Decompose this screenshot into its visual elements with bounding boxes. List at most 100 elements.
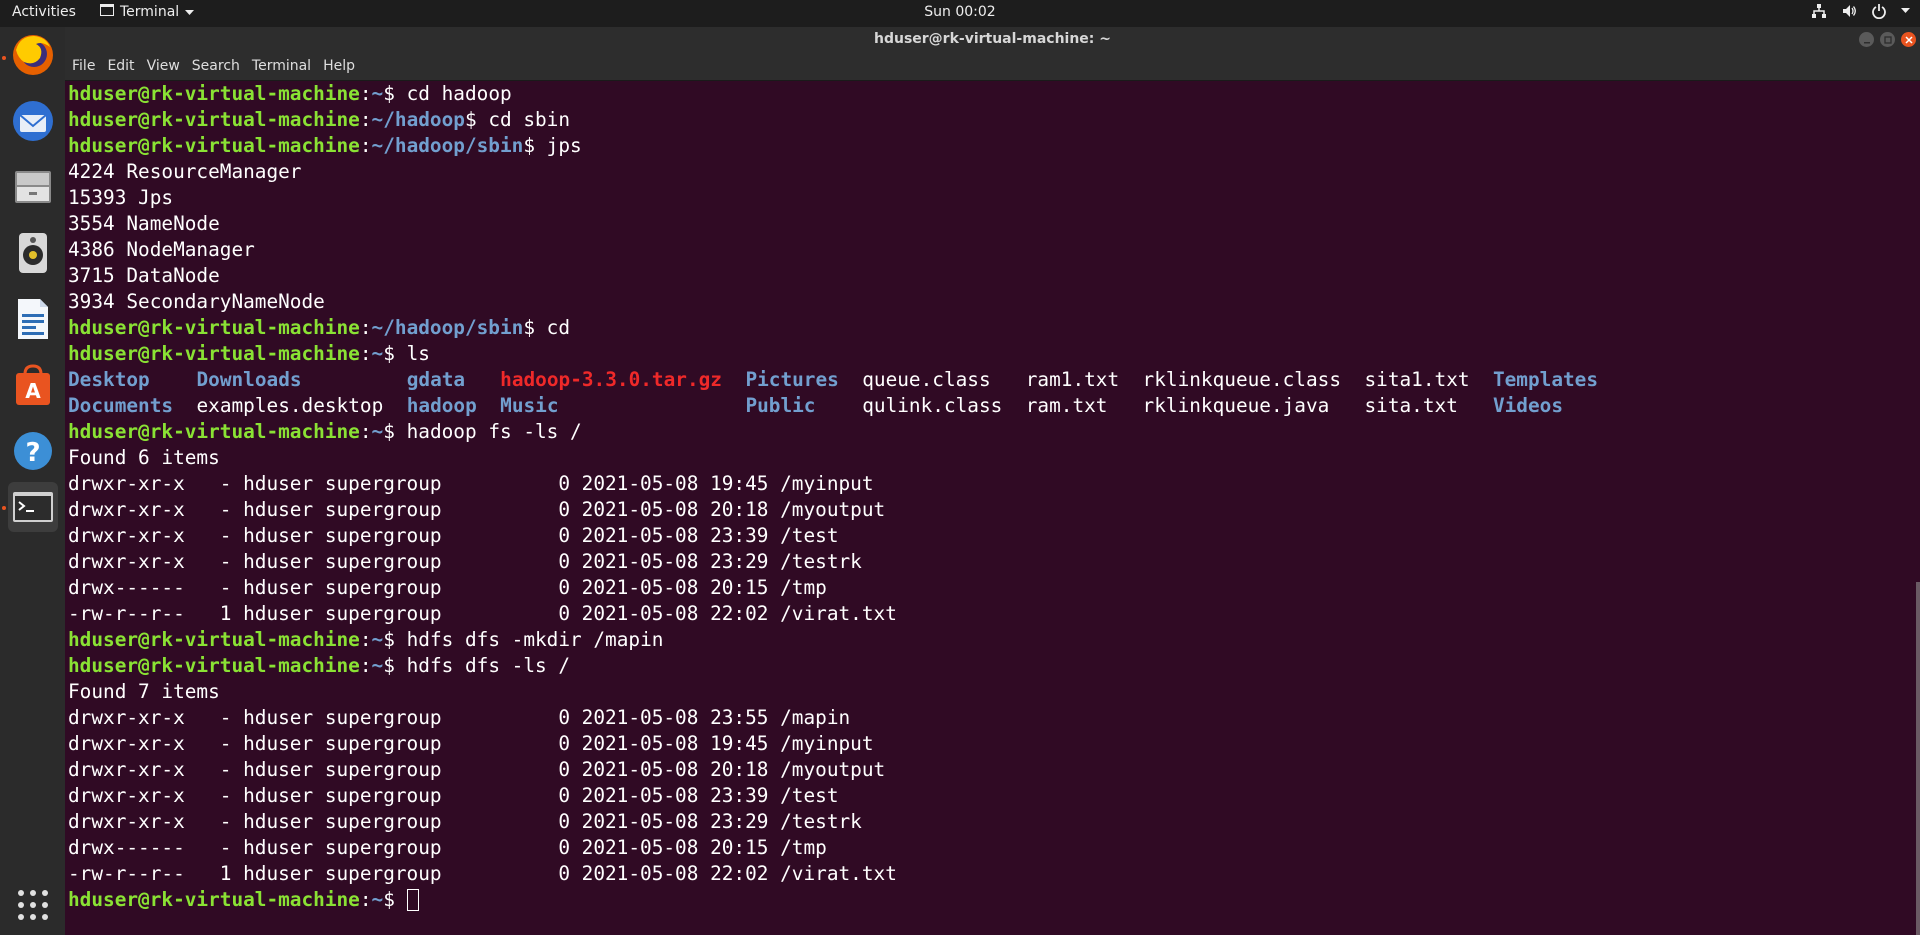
menu-view[interactable]: View — [147, 58, 180, 74]
system-tray[interactable] — [1811, 3, 1910, 19]
output-text: Found 7 items — [68, 680, 220, 703]
rhythmbox-icon[interactable] — [8, 228, 58, 278]
app-menu[interactable]: Terminal — [100, 4, 195, 20]
prompt-colon: : — [359, 888, 372, 911]
ls-output-line: Documents examples.desktop hadoop Music Publ… — [68, 393, 1898, 419]
output-line: drwxr-xr-x - hduser supergroup 0 2021-05… — [68, 523, 1898, 549]
scrollbar[interactable] — [1916, 582, 1920, 935]
output-line: drwx------ - hduser supergroup 0 2021-05… — [68, 835, 1898, 861]
top-bar: Activities Terminal Sun 00:02 — [0, 0, 1920, 27]
terminal-icon[interactable] — [8, 482, 58, 532]
volume-icon[interactable] — [1841, 3, 1857, 19]
ls-entry: Downloads — [196, 368, 302, 391]
command-text: cd hadoop — [406, 82, 512, 105]
terminal-window: hduser@rk-virtual-machine: ~ File Edit V… — [65, 27, 1920, 935]
window-titlebar[interactable]: hduser@rk-virtual-machine: ~ — [65, 27, 1920, 52]
help-icon[interactable]: ? — [8, 426, 58, 476]
output-line: drwxr-xr-x - hduser supergroup 0 2021-05… — [68, 783, 1898, 809]
prompt-dollar: $ — [523, 316, 547, 339]
prompt-dollar: $ — [383, 628, 407, 651]
ls-entry: Pictures — [745, 368, 839, 391]
output-line: drwxr-xr-x - hduser supergroup 0 2021-05… — [68, 497, 1898, 523]
output-text: drwxr-xr-x - hduser supergroup 0 2021-05… — [68, 758, 886, 781]
prompt-colon: : — [359, 654, 372, 677]
firefox-icon[interactable] — [8, 30, 58, 80]
prompt-dollar: $ — [383, 654, 407, 677]
ls-entry: queue.class — [862, 368, 991, 391]
prompt-colon: : — [359, 420, 372, 443]
output-line: drwxr-xr-x - hduser supergroup 0 2021-05… — [68, 549, 1898, 575]
output-text: drwxr-xr-x - hduser supergroup 0 2021-05… — [68, 524, 839, 547]
dock: A ? — [0, 27, 65, 935]
output-text: -rw-r--r-- 1 hduser supergroup 0 2021-05… — [68, 862, 897, 885]
ls-entry: Music — [500, 394, 559, 417]
command-text: ls — [406, 342, 430, 365]
prompt-line: hduser@rk-virtual-machine:~/hadoop/sbin$… — [68, 315, 1898, 341]
ls-entry: rklinkqueue.class — [1142, 368, 1342, 391]
software-center-icon[interactable]: A — [8, 360, 58, 410]
output-line: -rw-r--r-- 1 hduser supergroup 0 2021-05… — [68, 861, 1898, 887]
prompt-path: ~ — [371, 82, 384, 105]
menu-edit[interactable]: Edit — [107, 58, 134, 74]
terminal-output[interactable]: hduser@rk-virtual-machine:~$ cd hadoop hd… — [68, 81, 1898, 913]
ls-entry: ram1.txt — [1025, 368, 1120, 391]
ls-entry: hadoop-3.3.0.tar.gz — [500, 368, 722, 391]
prompt-dollar: $ — [523, 134, 547, 157]
prompt-dollar: $ — [383, 888, 407, 911]
output-text: 3554 NameNode — [68, 212, 220, 235]
power-icon[interactable] — [1871, 3, 1887, 19]
prompt-user: hduser@rk-virtual-machine — [68, 134, 360, 157]
svg-text:?: ? — [25, 438, 40, 468]
prompt-colon: : — [359, 82, 372, 105]
ls-entry: Templates — [1492, 368, 1599, 391]
ls-entry: Documents — [68, 394, 174, 417]
prompt-dollar: $ — [383, 342, 407, 365]
window-title: hduser@rk-virtual-machine: ~ — [873, 31, 1112, 47]
ls-entry: gdata — [406, 368, 466, 391]
prompt-colon: : — [359, 628, 372, 651]
output-line: drwxr-xr-x - hduser supergroup 0 2021-05… — [68, 731, 1898, 757]
menu-search[interactable]: Search — [192, 58, 240, 74]
network-icon[interactable] — [1811, 3, 1827, 19]
output-text: drwxr-xr-x - hduser supergroup 0 2021-05… — [68, 706, 851, 729]
output-text: drwxr-xr-x - hduser supergroup 0 2021-05… — [68, 550, 862, 573]
prompt-user: hduser@rk-virtual-machine — [68, 316, 360, 339]
chevron-down-icon[interactable] — [1901, 8, 1910, 14]
clock[interactable]: Sun 00:02 — [924, 4, 995, 20]
menu-file[interactable]: File — [72, 58, 95, 74]
output-line: drwx------ - hduser supergroup 0 2021-05… — [68, 575, 1898, 601]
maximize-button[interactable] — [1880, 32, 1895, 47]
svg-text:A: A — [25, 379, 41, 403]
show-applications-icon[interactable] — [8, 880, 58, 930]
output-text: 3715 DataNode — [68, 264, 220, 287]
files-icon[interactable] — [8, 162, 58, 212]
output-text: -rw-r--r-- 1 hduser supergroup 0 2021-05… — [68, 602, 897, 625]
libreoffice-writer-icon[interactable] — [8, 294, 58, 344]
output-line: drwxr-xr-x - hduser supergroup 0 2021-05… — [68, 705, 1898, 731]
output-text: 15393 Jps — [68, 186, 174, 209]
output-line: 3554 NameNode — [68, 211, 1898, 237]
close-button[interactable] — [1901, 32, 1916, 47]
prompt-dollar: $ — [383, 82, 407, 105]
output-text: drwxr-xr-x - hduser supergroup 0 2021-05… — [68, 784, 839, 807]
ls-entry: Desktop — [68, 368, 150, 391]
output-text: 3934 SecondaryNameNode — [68, 290, 325, 313]
prompt-line: hduser@rk-virtual-machine:~$ hdfs dfs -l… — [68, 653, 1898, 679]
minimize-button[interactable] — [1859, 32, 1874, 47]
app-menu-label: Terminal — [120, 4, 180, 20]
output-line: Found 6 items — [68, 445, 1898, 471]
prompt-line: hduser@rk-virtual-machine:~$ hdfs dfs -m… — [68, 627, 1898, 653]
activities-button[interactable]: Activities — [12, 4, 76, 20]
output-text: drwxr-xr-x - hduser supergroup 0 2021-05… — [68, 810, 862, 833]
menu-terminal[interactable]: Terminal — [252, 58, 311, 74]
thunderbird-icon[interactable] — [8, 96, 58, 146]
output-line: drwxr-xr-x - hduser supergroup 0 2021-05… — [68, 757, 1898, 783]
menu-help[interactable]: Help — [323, 58, 355, 74]
output-text: drwxr-xr-x - hduser supergroup 0 2021-05… — [68, 498, 886, 521]
prompt-colon: : — [359, 342, 372, 365]
running-indicator — [2, 506, 6, 510]
prompt-user: hduser@rk-virtual-machine — [68, 654, 360, 677]
command-text: jps — [546, 134, 582, 157]
terminal-app-icon — [100, 4, 114, 20]
prompt-colon: : — [359, 134, 372, 157]
